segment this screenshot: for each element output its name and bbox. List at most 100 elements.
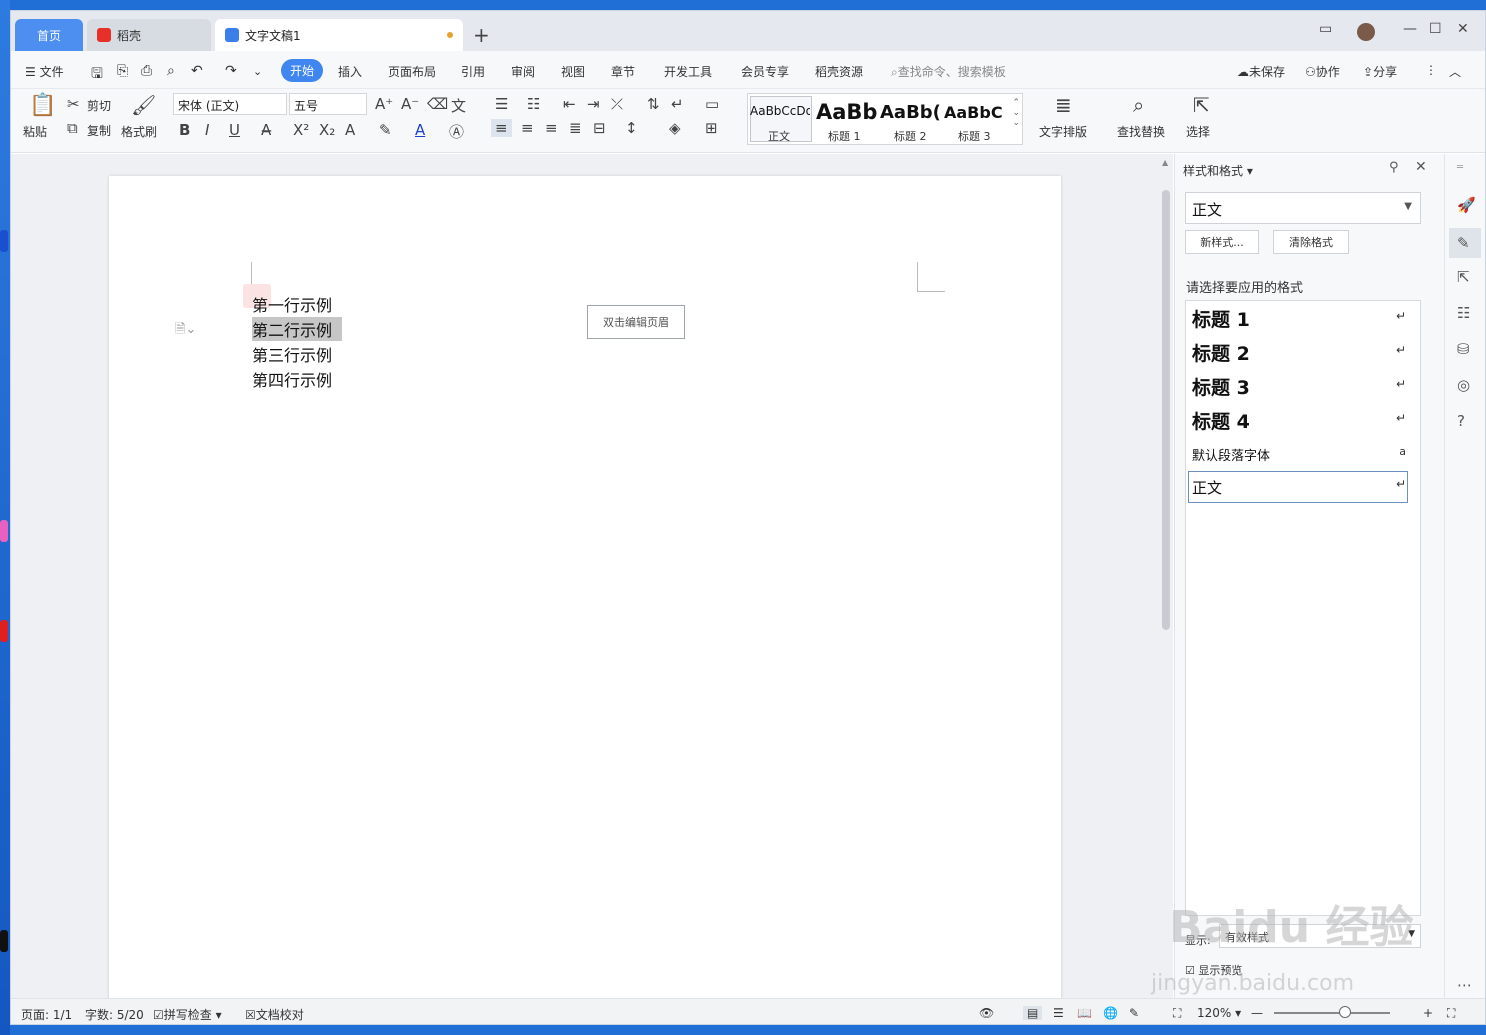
menu-tab-daoke-resources[interactable]: 稻壳资源 bbox=[815, 63, 863, 80]
desktop-icon[interactable] bbox=[0, 520, 8, 542]
style-gallery-scroll-icon[interactable]: ⌃ ⌄ ⌄ bbox=[1012, 98, 1020, 128]
redo-icon[interactable]: ↷ bbox=[225, 63, 237, 79]
collapse-ribbon-chevron-up-icon[interactable]: ︿ bbox=[1449, 63, 1461, 80]
new-tab-plus-icon[interactable]: + bbox=[473, 23, 490, 47]
style-item-h1[interactable]: 标题 1 bbox=[1192, 305, 1250, 332]
location-icon[interactable]: ◎ bbox=[1457, 376, 1470, 394]
vertical-scrollbar[interactable]: ▲ bbox=[1159, 154, 1173, 998]
cut-button[interactable]: 剪切 bbox=[87, 97, 111, 114]
style-preview-h3[interactable]: AaBbC bbox=[944, 103, 1006, 122]
word-count[interactable]: 字数: 5/20 bbox=[85, 1006, 144, 1023]
backup-icon[interactable]: ⛁ bbox=[1457, 340, 1470, 358]
copy-icon[interactable]: ⧉ bbox=[67, 119, 78, 137]
collaborate-button[interactable]: ⚇协作 bbox=[1305, 63, 1340, 80]
underline-icon[interactable]: U bbox=[229, 121, 240, 139]
document-line-selected[interactable]: 第二行示例 bbox=[252, 317, 343, 341]
styles-panel-title[interactable]: 样式和格式 ▾ bbox=[1183, 162, 1253, 179]
numbering-icon[interactable]: ☷ bbox=[527, 95, 540, 113]
style-preview-h2[interactable]: AaBb( bbox=[880, 102, 942, 123]
style-item-h4[interactable]: 标题 4 bbox=[1192, 407, 1250, 434]
chinese-layout-icon[interactable]: ⤫ bbox=[611, 95, 623, 113]
maximize-icon[interactable]: ☐ bbox=[1429, 21, 1442, 37]
pin-icon[interactable]: ⚲ bbox=[1389, 160, 1399, 175]
select-pointer-icon[interactable]: ⇱ bbox=[1457, 268, 1470, 286]
text-layout-button[interactable]: 文字排版 bbox=[1039, 123, 1087, 140]
char-border-icon[interactable]: Ⓐ bbox=[449, 121, 464, 142]
line-spacing-icon[interactable]: ↕ bbox=[625, 119, 638, 137]
menu-tab-member[interactable]: 会员专享 bbox=[741, 63, 789, 80]
desktop-icon[interactable] bbox=[0, 620, 8, 642]
paste-button[interactable]: 粘贴 bbox=[23, 123, 47, 140]
eye-protection-icon[interactable]: 👁 bbox=[979, 1006, 994, 1020]
page-view-icon[interactable]: ▤ bbox=[1023, 1006, 1043, 1020]
select-cursor-icon[interactable]: ⇱ bbox=[1193, 93, 1210, 117]
shading-icon[interactable]: ◈ bbox=[669, 119, 681, 137]
style-preview-h1[interactable]: AaBb bbox=[816, 100, 878, 124]
web-view-icon[interactable]: 🌐 bbox=[1103, 1006, 1118, 1020]
grow-font-icon[interactable]: A⁺ bbox=[375, 95, 393, 113]
copy-button[interactable]: 复制 bbox=[87, 122, 111, 139]
minimize-icon[interactable]: — bbox=[1403, 21, 1417, 37]
borders-icon[interactable]: ⊞ bbox=[705, 119, 718, 137]
increase-indent-icon[interactable]: ⇥ bbox=[587, 95, 600, 113]
pinyin-icon[interactable]: 文 bbox=[451, 95, 466, 116]
superscript-icon[interactable]: X² bbox=[293, 121, 309, 139]
font-name-select[interactable]: 宋体 (正文) bbox=[173, 93, 287, 115]
window-layout-icon[interactable]: ▭ bbox=[1319, 21, 1332, 37]
select-button[interactable]: 选择 bbox=[1186, 123, 1210, 140]
bold-icon[interactable]: B bbox=[179, 121, 190, 139]
scissors-icon[interactable]: ✂ bbox=[67, 95, 80, 113]
zoom-level[interactable]: 120% ▾ bbox=[1197, 1006, 1241, 1020]
close-panel-icon[interactable]: ✕ bbox=[1415, 159, 1427, 175]
style-item-h3[interactable]: 标题 3 bbox=[1192, 373, 1250, 400]
subscript-icon[interactable]: X₂ bbox=[319, 121, 335, 139]
format-painter-icon[interactable]: 🖌 bbox=[131, 93, 156, 117]
find-replace-icon[interactable]: ⌕ bbox=[1133, 93, 1144, 117]
desktop-icon[interactable] bbox=[0, 230, 8, 252]
more-icon[interactable]: ⋯ bbox=[1457, 976, 1472, 994]
menu-tab-page-layout[interactable]: 页面布局 bbox=[388, 63, 436, 80]
close-icon[interactable]: ✕ bbox=[1457, 21, 1469, 37]
font-size-select[interactable]: 五号 bbox=[289, 93, 367, 115]
strikethrough-icon[interactable]: A̶ bbox=[261, 121, 271, 139]
fullscreen-icon[interactable]: ⛶ bbox=[1447, 1006, 1455, 1021]
tab-daoke[interactable]: 稻壳 bbox=[87, 19, 211, 51]
clear-format-eraser-icon[interactable]: ⌫ bbox=[427, 95, 448, 113]
menu-tab-review[interactable]: 审阅 bbox=[511, 63, 535, 80]
edit-header-hint[interactable]: 双击编辑页眉 bbox=[587, 305, 685, 339]
print-preview-icon[interactable]: ⌕ bbox=[167, 63, 175, 79]
export-pdf-icon[interactable]: ⎘ bbox=[117, 63, 128, 79]
align-right-icon[interactable]: ≡ bbox=[545, 119, 558, 137]
zoom-slider[interactable] bbox=[1274, 1012, 1390, 1014]
scrollbar-thumb[interactable] bbox=[1162, 190, 1170, 630]
decrease-indent-icon[interactable]: ⇤ bbox=[563, 95, 576, 113]
save-icon[interactable]: 🖫 bbox=[91, 63, 103, 87]
align-left-icon[interactable]: ≡ bbox=[491, 119, 512, 137]
zoom-out-icon[interactable]: — bbox=[1251, 1006, 1263, 1020]
document-line[interactable]: 第三行示例 bbox=[252, 342, 332, 366]
zoom-in-icon[interactable]: + bbox=[1423, 1006, 1433, 1020]
write-mode-icon[interactable]: ✎ bbox=[1129, 1006, 1139, 1020]
menu-tab-view[interactable]: 视图 bbox=[561, 63, 585, 80]
bullets-icon[interactable]: ☰ bbox=[495, 95, 508, 113]
style-item-default-font[interactable]: 默认段落字体 bbox=[1192, 445, 1270, 464]
fit-page-icon[interactable]: ⛶ bbox=[1173, 1006, 1181, 1021]
tab-home[interactable]: 首页 bbox=[15, 19, 83, 51]
menu-tab-references[interactable]: 引用 bbox=[461, 63, 485, 80]
command-search[interactable]: ⌕查找命令、搜索模板 bbox=[891, 63, 1006, 80]
sliders-icon[interactable]: ☷ bbox=[1457, 304, 1470, 322]
page-count[interactable]: 页面: 1/1 bbox=[21, 1006, 72, 1023]
outline-view-icon[interactable]: ☰ bbox=[1053, 1006, 1064, 1020]
user-avatar[interactable] bbox=[1357, 23, 1375, 41]
distributed-icon[interactable]: ⊟ bbox=[593, 119, 606, 137]
paragraph-options-icon[interactable]: 🗎⌄ bbox=[175, 320, 196, 342]
italic-icon[interactable]: I bbox=[205, 121, 209, 139]
menu-tab-chapter[interactable]: 章节 bbox=[611, 63, 635, 80]
undo-icon[interactable]: ↶ bbox=[191, 63, 203, 79]
highlight-icon[interactable]: ✎ bbox=[379, 121, 392, 139]
print-icon[interactable]: ⎙ bbox=[141, 63, 152, 79]
desktop-icon[interactable] bbox=[0, 930, 8, 952]
quick-access-chevron-down-icon[interactable]: ⌄ bbox=[253, 65, 262, 78]
format-painter-button[interactable]: 格式刷 bbox=[121, 123, 157, 140]
style-item-normal[interactable]: 正文 bbox=[1192, 477, 1222, 498]
